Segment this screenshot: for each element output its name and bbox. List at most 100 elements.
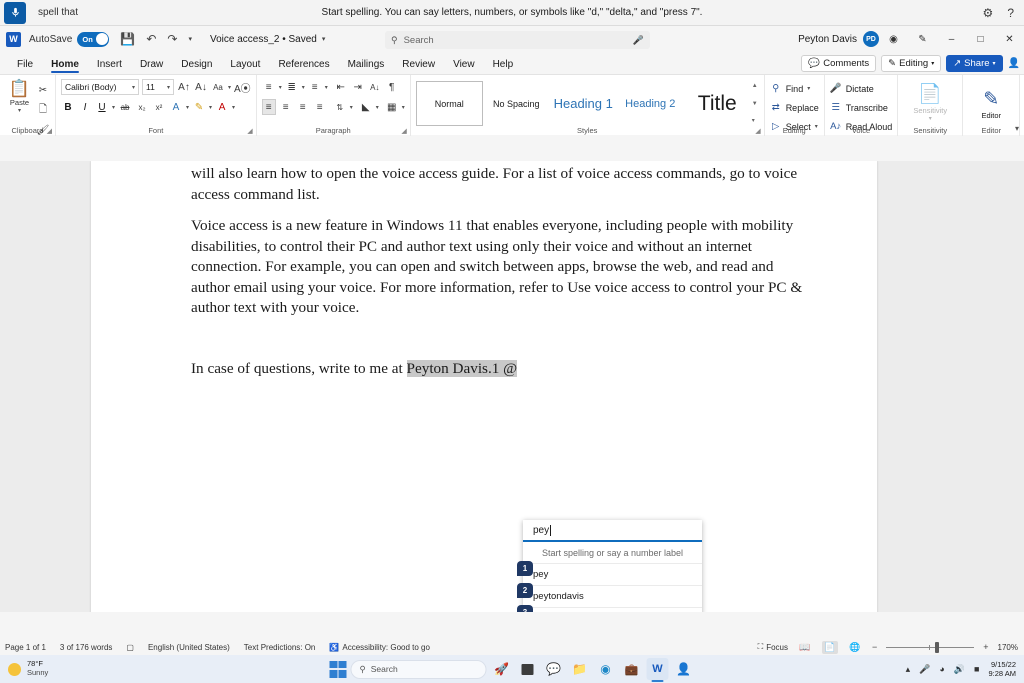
style-no-spacing[interactable]: No Spacing [483,81,550,126]
chevron-down-icon[interactable]: ▾ [350,104,353,111]
plus-icon[interactable]: + [983,642,988,652]
decrease-indent-icon[interactable]: ⇤ [334,79,348,95]
share-button[interactable]: ↗ Share ▾ [946,55,1002,72]
strikethrough-icon[interactable]: ab [118,99,132,115]
accessibility-status[interactable]: ♿ Accessibility: Good to go [329,643,430,652]
focus-button[interactable]: ⛶ Focus [758,642,788,652]
minus-icon[interactable]: − [872,642,877,652]
chevron-down-icon[interactable]: ▾ [186,104,189,111]
bold-button[interactable]: B [61,102,75,113]
spelling-option-2[interactable]: 2 peytondavis [523,586,702,608]
spelling-suggestions-panel[interactable]: pey Start spelling or say a number label… [523,520,702,612]
subscript-icon[interactable]: x₂ [135,99,149,115]
document-page[interactable]: will also learn how to open the voice ac… [91,161,877,612]
underline-button[interactable]: U [95,102,109,113]
document-area[interactable]: will also learn how to open the voice ac… [0,161,1024,612]
multilevel-list-icon[interactable]: ≡ [308,79,322,95]
text-effects-icon[interactable]: A [169,99,183,115]
zoom-slider[interactable] [886,641,974,654]
microsoft-store-icon[interactable]: 💼 [621,658,643,680]
document-name-chevron-down-icon[interactable]: ▾ [322,36,326,43]
tab-view[interactable]: View [444,59,484,74]
web-layout-icon[interactable]: 🌐 [847,641,863,654]
rocket-app-icon[interactable]: 🚀 [491,658,513,680]
redo-icon[interactable]: ↷ [167,33,177,45]
wifi-icon[interactable]: ◕ [939,665,944,674]
chevron-down-icon[interactable]: ▾ [279,84,282,91]
tab-draw[interactable]: Draw [131,59,172,74]
bullet-list-icon[interactable]: ≡ [262,79,276,95]
chevron-down-icon[interactable]: ▾ [325,84,328,91]
print-layout-icon[interactable]: 📄 [822,641,838,654]
proofing-icon[interactable]: ▢ [126,643,134,652]
dark-app-icon[interactable] [517,658,539,680]
autosave-toggle[interactable]: On [77,32,109,47]
align-left-icon[interactable]: ≡ [262,99,276,115]
chevron-down-icon[interactable]: ▼ [752,101,758,107]
word-count[interactable]: 3 of 176 words [60,643,112,652]
tab-insert[interactable]: Insert [88,59,131,74]
tab-design[interactable]: Design [172,59,221,74]
spelling-option-3[interactable]: 3 "Show Keyboard" [523,608,702,612]
document-paragraph-3[interactable]: In case of questions, write to me at Pey… [191,359,816,380]
chevron-down-icon[interactable]: ▾ [209,104,212,111]
read-mode-icon[interactable]: 📖 [797,641,813,654]
scissors-icon[interactable]: ✂ [36,82,50,98]
comments-button[interactable]: 💬 Comments [801,55,876,72]
increase-font-size-icon[interactable]: A↑ [177,79,191,95]
spelling-input[interactable]: pey [523,520,702,542]
more-styles-icon[interactable]: ▾ [752,118,758,124]
style-title[interactable]: Title [684,81,751,126]
clock[interactable]: 9/15/22 9:28 AM [988,660,1016,678]
increase-indent-icon[interactable]: ⇥ [351,79,365,95]
style-heading-2[interactable]: Heading 2 [617,81,684,126]
dialog-launcher-icon[interactable]: ◢ [247,127,252,135]
tab-home[interactable]: Home [42,59,88,74]
align-center-icon[interactable]: ≡ [279,99,293,115]
transcribe-button[interactable]: ☰ Transcribe [830,99,893,116]
change-case-icon[interactable]: Aa [211,79,225,95]
chevron-down-icon[interactable]: ▾ [112,104,115,111]
document-paragraph-1[interactable]: will also learn how to open the voice ac… [191,164,816,205]
tab-help[interactable]: Help [484,59,523,74]
number-badge-2[interactable]: 2 [517,583,533,598]
chevron-down-icon[interactable]: ▾ [302,84,305,91]
find-button[interactable]: ⚲ Find ▾ [770,80,819,97]
tab-layout[interactable]: Layout [221,59,269,74]
speaker-icon[interactable]: 🔊 [954,665,965,674]
decrease-font-size-icon[interactable]: A↓ [194,79,208,95]
chevron-down-icon[interactable]: ▾ [228,84,231,91]
superscript-icon[interactable]: x² [152,99,166,115]
avatar[interactable]: PD [863,31,879,47]
page-count[interactable]: Page 1 of 1 [5,643,46,652]
search-input[interactable]: ⚲ Search 🎤 [385,31,650,49]
number-badge-3[interactable]: 3 [517,605,533,612]
minimize-icon[interactable]: – [937,26,966,52]
language-indicator[interactable]: English (United States) [148,643,230,652]
spelling-option-1[interactable]: 1 pey [523,564,702,586]
dialog-launcher-icon[interactable]: ◢ [401,127,406,135]
highlight-color-icon[interactable]: ✎ [192,99,206,115]
document-name[interactable]: Voice access_2 • Saved [210,34,317,45]
editing-mode-button[interactable]: ✎ Editing ▾ [881,55,941,72]
close-icon[interactable]: ✕ [995,26,1024,52]
chevron-down-icon[interactable]: ▾ [376,104,379,111]
line-spacing-icon[interactable]: ⇅ [333,99,347,115]
font-name-input[interactable]: Calibri (Body) ▾ [61,79,139,95]
shading-icon[interactable]: ◣ [359,99,373,115]
teams-chat-icon[interactable]: 💬 [543,658,565,680]
zoom-thumb[interactable] [935,642,939,653]
search-microphone-icon[interactable]: 🎤 [633,35,644,46]
clear-formatting-icon[interactable]: A⦿ [234,79,251,95]
weather-widget[interactable]: 78°F Sunny [0,660,48,677]
borders-icon[interactable]: ▦ [385,99,399,115]
chevron-down-icon[interactable]: ▾ [402,104,405,111]
chevron-down-icon[interactable]: ▾ [1015,124,1019,133]
tab-review[interactable]: Review [393,59,444,74]
dialog-launcher-icon[interactable]: ◢ [755,127,760,135]
text-predictions-status[interactable]: Text Predictions: On [244,643,316,652]
numbered-list-icon[interactable]: ≣ [285,79,299,95]
microphone-icon[interactable]: 🎤 [919,665,930,674]
font-size-input[interactable]: 11 ▾ [142,79,174,95]
styles-scroll[interactable]: ▲ ▼ ▾ [751,81,759,126]
